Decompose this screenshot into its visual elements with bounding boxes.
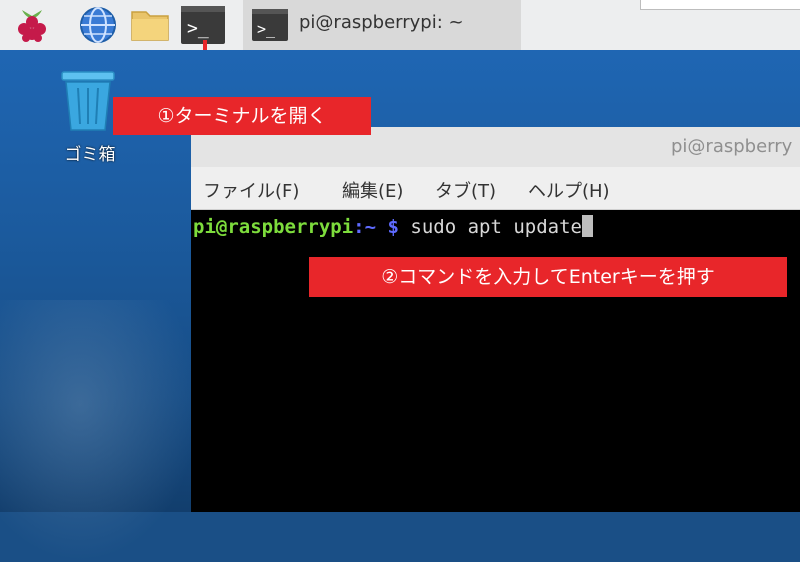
taskbar-window-label: pi@raspberrypi: ~ [299, 12, 464, 33]
taskbar-window-terminal[interactable]: >_ pi@raspberrypi: ~ [243, 0, 521, 50]
annotation-step1: ①ターミナルを開く [113, 97, 371, 135]
terminal-body[interactable]: pi@raspberrypi:~ $ sudo apt update [191, 210, 800, 512]
web-browser-icon[interactable] [74, 4, 122, 46]
file-manager-icon[interactable] [128, 4, 174, 46]
menu-edit[interactable]: 編集(E) [342, 177, 403, 203]
terminal-window[interactable]: pi@raspberry ファイル(F) 編集(E) タブ(T) ヘルプ(H) … [191, 127, 800, 512]
taskbar: >_ >_ pi@raspberrypi: ~ [0, 0, 800, 98]
terminal-icon: >_ [251, 8, 289, 42]
prompt-path: :~ [353, 216, 377, 238]
terminal-title: pi@raspberry [671, 136, 793, 157]
menu-file[interactable]: ファイル(F) [203, 177, 299, 203]
terminal-menubar: ファイル(F) 編集(E) タブ(T) ヘルプ(H) [191, 167, 800, 210]
annotation-step2: ②コマンドを入力してEnterキーを押す [309, 257, 787, 297]
prompt-symbol: $ [376, 216, 411, 238]
command-line: pi@raspberrypi:~ $ sudo apt update [193, 215, 593, 238]
command-text: sudo apt update [410, 216, 582, 238]
trash-label: ゴミ箱 [64, 145, 116, 165]
prompt-user: pi@raspberrypi [193, 216, 354, 238]
menu-tabs[interactable]: タブ(T) [435, 177, 496, 203]
trash-icon[interactable] [58, 70, 118, 134]
wallpaper-mist [0, 300, 200, 562]
taskbar-empty-area [640, 0, 800, 10]
svg-text:>_: >_ [257, 20, 276, 38]
menu-help[interactable]: ヘルプ(H) [528, 177, 610, 203]
raspberry-menu-icon[interactable] [8, 4, 56, 46]
svg-text:>_: >_ [187, 18, 209, 39]
text-cursor [581, 215, 593, 237]
